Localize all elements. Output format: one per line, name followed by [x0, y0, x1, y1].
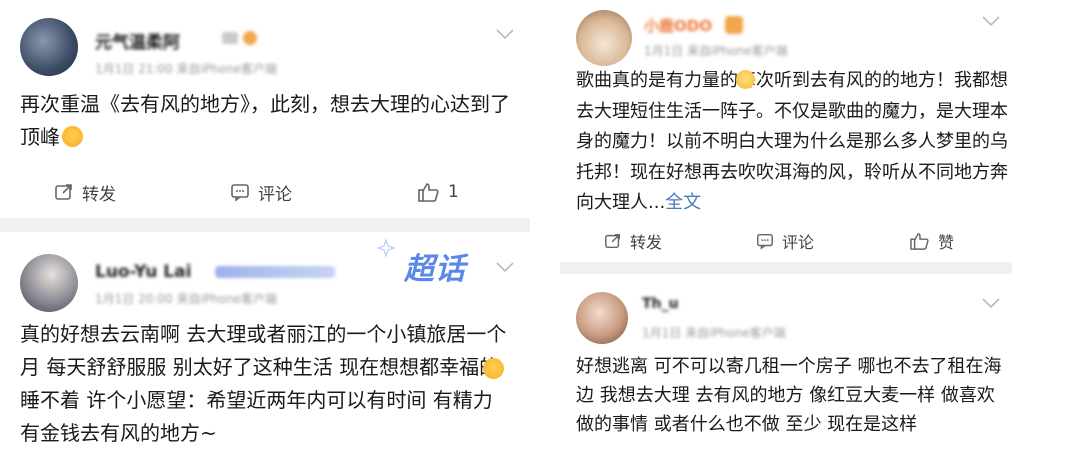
post-meta: 1月1日 来自iPhone客户端: [642, 326, 786, 340]
sparkle-icon: [376, 238, 396, 258]
post-meta: 1月1日 20:00 来自iPhone客户端: [95, 292, 277, 306]
post-card: 元气温柔阿 1月1日 21:00 来自iPhone客户端 再次重温《去有风的地方…: [0, 0, 530, 218]
username[interactable]: 元气温柔阿: [95, 28, 180, 53]
member-badge: [215, 266, 335, 278]
feed-separator: [0, 218, 530, 232]
repost-button[interactable]: 转发: [604, 229, 662, 253]
repost-icon: [55, 184, 72, 200]
username[interactable]: Th_u: [642, 296, 678, 312]
like-button[interactable]: 赞: [910, 229, 954, 253]
crying-face-emoji-icon: [483, 358, 504, 379]
post-meta: 1月1日 来自iPhone客户端: [644, 44, 788, 58]
comment-button[interactable]: 评论: [230, 180, 292, 205]
post-meta: 1月1日 21:00 来自iPhone客户端: [95, 62, 277, 76]
level-badge-icon: [222, 29, 258, 47]
heart-face-emoji-icon: [62, 126, 83, 147]
thinking-face-emoji-icon: [736, 70, 755, 89]
thumbs-up-icon: [418, 183, 439, 202]
post-actions: 转发 评论 1: [0, 177, 530, 207]
chevron-down-icon[interactable]: [496, 262, 514, 272]
avatar[interactable]: [576, 292, 628, 344]
repost-icon: [605, 233, 621, 249]
chevron-down-icon[interactable]: [982, 16, 1000, 26]
post-card: Th_u 1月1日 来自iPhone客户端 好想逃离 可不可以寄几租一个房子 哪…: [560, 274, 1012, 475]
read-more-link[interactable]: 全文: [665, 192, 701, 213]
post-text: 好想逃离 可不可以寄几租一个房子 哪也不去了租在海边 我想去大理 去有风的地方 …: [576, 356, 1002, 435]
comment-icon: [231, 184, 249, 202]
chevron-down-icon[interactable]: [982, 298, 1000, 308]
comment-icon: [757, 233, 773, 250]
vip-crown-icon: [725, 16, 743, 34]
avatar[interactable]: [576, 10, 632, 66]
avatar[interactable]: [20, 18, 78, 76]
super-topic-badge[interactable]: 超话: [404, 244, 466, 288]
like-button[interactable]: 1: [418, 182, 459, 202]
chevron-down-icon[interactable]: [496, 29, 514, 39]
post-card: 小鹿ODO 1月1日 来自iPhone客户端 歌曲真的是有力量的每次听到去有风的…: [560, 0, 1012, 262]
post-text: 再次重温《去有风的地方》，此刻，想去大理的心达到了顶峰: [20, 92, 510, 149]
repost-button[interactable]: 转发: [54, 180, 116, 205]
username[interactable]: Luo-Yu Lai: [95, 262, 191, 282]
feed-separator: [560, 262, 1012, 274]
username[interactable]: 小鹿ODO: [644, 15, 712, 36]
thumbs-up-icon: [910, 233, 929, 250]
comment-button[interactable]: 评论: [756, 229, 814, 253]
post-text: 真的好想去云南啊 去大理或者丽江的一个小镇旅居一个月 每天舒舒服服 别太好了这种…: [20, 322, 507, 445]
post-actions: 转发 评论 赞: [560, 226, 1012, 256]
post-text: 歌曲真的是有力量的每次听到去有风的的地方！我都想去大理短住生活一阵子。不仅是歌曲…: [576, 70, 1008, 213]
post-card: 超话 Luo-Yu Lai 1月1日 20:00 来自iPhone客户端 真的好…: [0, 232, 530, 475]
avatar[interactable]: [20, 254, 78, 312]
